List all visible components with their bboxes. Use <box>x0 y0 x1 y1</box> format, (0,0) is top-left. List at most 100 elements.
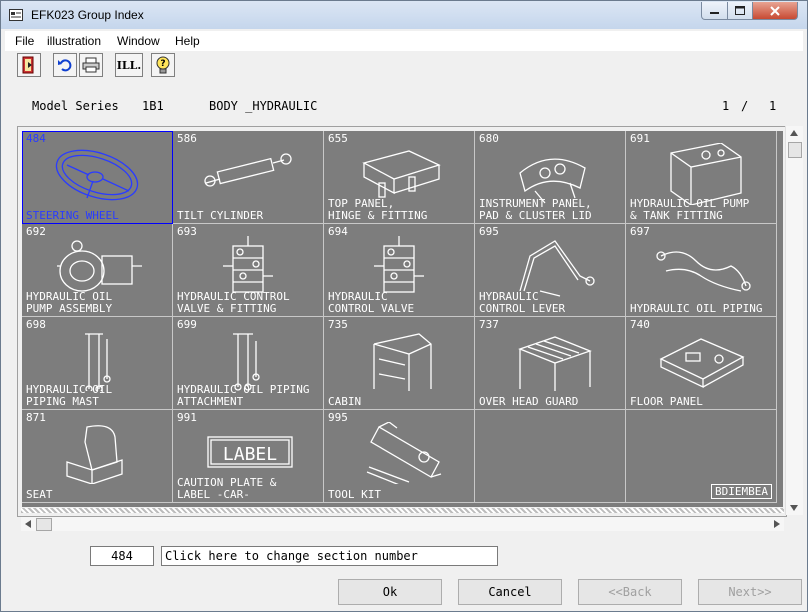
section-cell-995[interactable]: 995 TOOL KIT <box>324 410 475 503</box>
toolbar: ILL. ? <box>5 51 803 83</box>
group-title: BODY _HYDRAULIC <box>209 99 318 113</box>
section-number: 693 <box>177 225 197 238</box>
top-panel-icon <box>362 150 441 198</box>
section-cell-484[interactable]: 484 STEERING WHEEL <box>22 131 173 224</box>
section-cell-691[interactable]: 691 HYDRAULIC OIL PUMP & TANK FITTING <box>626 131 777 224</box>
grid-divider <box>21 508 784 513</box>
close-button[interactable] <box>752 2 798 20</box>
section-label: HYDRAULIC CONTROL LEVER <box>479 290 566 315</box>
next-button[interactable]: Next>> <box>698 579 802 605</box>
minimize-button[interactable] <box>701 2 728 20</box>
section-cell-694[interactable]: 694 HYDRAULIC CONTROL VALVE <box>324 224 475 317</box>
menu-bar: File illustration Window Help <box>5 31 803 51</box>
section-cell-693[interactable]: 693 HYDRAULIC CONTROL VALVE & FITTING <box>173 224 324 317</box>
model-series-value: 1B1 <box>142 99 164 113</box>
section-number: 697 <box>630 225 650 238</box>
back-button[interactable]: <<Back <box>578 579 682 605</box>
section-cell-699[interactable]: 699 HYDRAULIC OIL PIPING ATTACHMENT <box>173 317 324 410</box>
illustration-grid-frame: 484 STEERING WHEEL 586 TILT CYLINDER 655 TOP … <box>17 126 787 517</box>
change-section-field[interactable]: Click here to change section number <box>161 546 498 566</box>
menu-illustration[interactable]: illustration <box>47 34 101 48</box>
maximize-button[interactable] <box>727 2 753 20</box>
section-number: 692 <box>26 225 46 238</box>
section-label: FLOOR PANEL <box>630 395 703 408</box>
menu-file[interactable]: File <box>15 34 34 48</box>
section-number: 694 <box>328 225 348 238</box>
control-valve-icon <box>374 236 424 293</box>
seat-icon <box>66 425 123 484</box>
window-title: EFK023 Group Index <box>31 8 144 22</box>
scroll-down-icon[interactable] <box>790 505 798 511</box>
section-label: HYDRAULIC CONTROL VALVE & FITTING <box>177 290 290 315</box>
section-cell-697[interactable]: 697 HYDRAULIC OIL PIPING <box>626 224 777 317</box>
catalog-code-tag: BDIEMBEA <box>711 484 772 499</box>
steering-wheel-icon <box>55 149 139 201</box>
section-number: 737 <box>479 318 499 331</box>
title-bar[interactable]: EFK023 Group Index <box>1 1 807 29</box>
section-cell-991[interactable]: 991 LABEL CAUTION PLATE & LABEL -CAR- <box>173 410 324 503</box>
help-bulb-icon: ? <box>156 56 170 74</box>
section-cell-698[interactable]: 698 HYDRAULIC OIL PIPING MAST <box>22 317 173 410</box>
undo-button[interactable] <box>53 53 77 77</box>
section-cell-695[interactable]: 695 HYDRAULIC CONTROL LEVER <box>475 224 626 317</box>
section-number-input[interactable]: 484 <box>90 546 154 566</box>
label-plate-text: LABEL <box>223 444 277 465</box>
vertical-scroll-thumb[interactable] <box>788 142 802 158</box>
menu-window[interactable]: Window <box>117 34 160 48</box>
label-plate-icon: LABEL <box>207 436 293 468</box>
section-label: HYDRAULIC OIL PIPING MAST <box>26 383 113 408</box>
section-label: CAUTION PLATE & LABEL -CAR- <box>177 476 277 501</box>
section-cell-740[interactable]: 740 FLOOR PANEL <box>626 317 777 410</box>
empty-cell <box>475 410 626 503</box>
pump-icon <box>57 240 142 292</box>
section-label: INSTRUMENT PANEL, PAD & CLUSTER LID <box>479 197 592 222</box>
horizontal-scrollbar[interactable] <box>21 517 784 531</box>
floor-panel-icon <box>659 338 745 389</box>
illustration-grid: 484 STEERING WHEEL 586 TILT CYLINDER 655 TOP … <box>22 131 783 507</box>
minimize-icon <box>710 11 719 14</box>
section-label: TOOL KIT <box>328 488 381 501</box>
page-total: 1 <box>769 99 777 113</box>
scroll-right-icon[interactable] <box>774 520 780 528</box>
print-button[interactable] <box>79 53 103 77</box>
scroll-up-icon[interactable] <box>790 130 798 136</box>
horizontal-scroll-thumb[interactable] <box>36 518 52 531</box>
section-cell-871[interactable]: 871 SEAT <box>22 410 173 503</box>
section-cell-586[interactable]: 586 TILT CYLINDER <box>173 131 324 224</box>
section-cell-655[interactable]: 655 TOP PANEL, HINGE & FITTING <box>324 131 475 224</box>
section-cell-735[interactable]: 735 CABIN <box>324 317 475 410</box>
section-number: 680 <box>479 132 499 145</box>
overhead-guard-icon <box>518 336 592 391</box>
cancel-button[interactable]: Cancel <box>458 579 562 605</box>
illustration-label: ILL. <box>116 58 142 72</box>
app-icon <box>9 9 23 21</box>
help-button[interactable]: ? <box>151 53 175 77</box>
exit-button[interactable] <box>17 53 41 77</box>
section-number: 735 <box>328 318 348 331</box>
section-label: OVER HEAD GUARD <box>479 395 579 408</box>
printer-icon <box>82 57 100 73</box>
section-number: 691 <box>630 132 650 145</box>
scroll-left-icon[interactable] <box>25 520 31 528</box>
section-cell-692[interactable]: 692 HYDRAULIC OIL PUMP ASSEMBLY <box>22 224 173 317</box>
illustration-button[interactable]: ILL. <box>115 53 143 77</box>
cabin-icon <box>373 333 432 391</box>
section-number: 871 <box>26 411 46 424</box>
piping-icon <box>656 251 751 292</box>
section-number: 695 <box>479 225 499 238</box>
ok-button[interactable]: Ok <box>338 579 442 605</box>
section-label: HYDRAULIC CONTROL VALVE <box>328 290 415 315</box>
section-label: TOP PANEL, HINGE & FITTING <box>328 197 428 222</box>
section-number: 698 <box>26 318 46 331</box>
vertical-scrollbar[interactable] <box>785 126 803 515</box>
menu-help[interactable]: Help <box>175 34 200 48</box>
control-valve-icon <box>223 236 273 293</box>
section-number: 740 <box>630 318 650 331</box>
oil-tank-icon <box>670 143 742 205</box>
tilt-cylinder-icon <box>204 153 292 187</box>
section-cell-680[interactable]: 680 INSTRUMENT PANEL, PAD & CLUSTER LID <box>475 131 626 224</box>
close-icon <box>770 5 780 16</box>
section-cell-737[interactable]: 737 OVER HEAD GUARD <box>475 317 626 410</box>
instrument-panel-icon <box>519 158 586 204</box>
section-number: 699 <box>177 318 197 331</box>
